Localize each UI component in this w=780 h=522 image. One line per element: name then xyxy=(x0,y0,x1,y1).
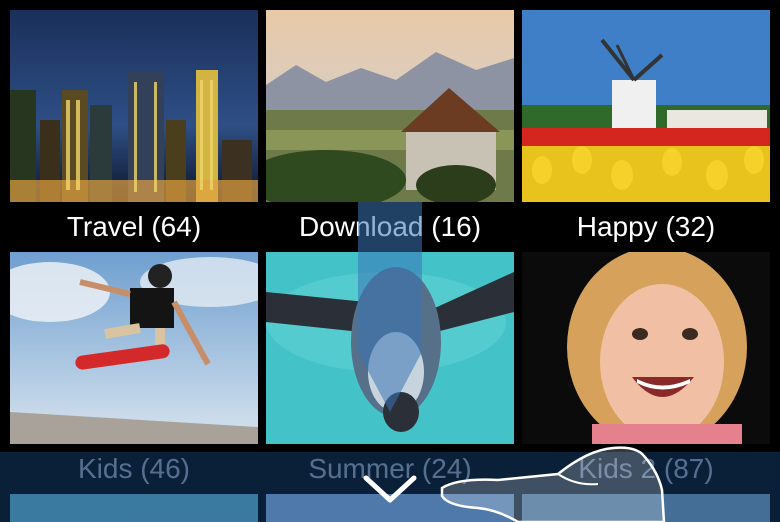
hand-pointer-icon xyxy=(440,446,666,522)
mountain-landscape-photo-icon xyxy=(266,10,514,202)
chevron-down-icon[interactable] xyxy=(362,472,418,506)
album-happy-thumbnail[interactable] xyxy=(522,10,770,202)
windmill-tulips-photo-icon xyxy=(522,10,770,202)
swipe-down-arrow-icon xyxy=(358,202,422,412)
album-download-thumbnail[interactable] xyxy=(266,10,514,202)
smiling-child-photo-icon xyxy=(522,252,770,444)
album-label: Travel (64) xyxy=(66,211,202,242)
album-kids-thumbnail[interactable] xyxy=(10,252,258,444)
skateboarder-photo-icon xyxy=(10,252,258,444)
city-skyline-photo-icon xyxy=(10,10,258,202)
album-kids-2-thumbnail[interactable] xyxy=(522,252,770,444)
album-travel-thumbnail[interactable] xyxy=(10,10,258,202)
album-label: Happy (32) xyxy=(576,211,716,242)
